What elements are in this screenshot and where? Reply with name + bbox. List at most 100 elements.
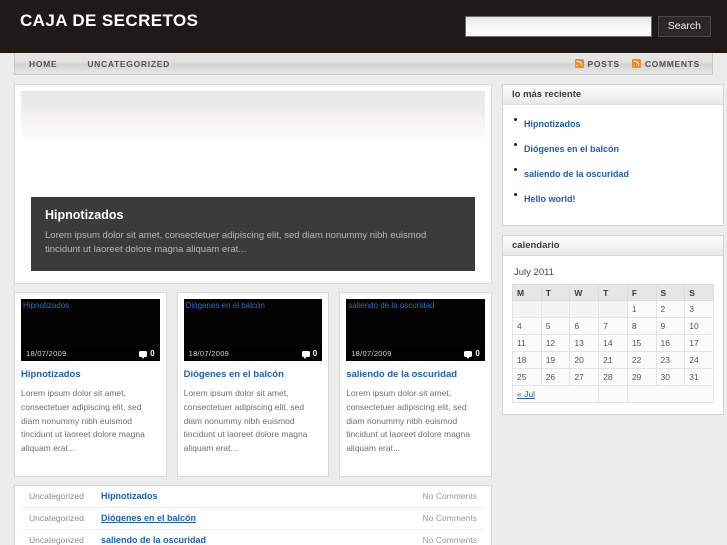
calendar-week-row: 1 2 3 [513,301,714,318]
thumbnail-meta: 18/07/2009 0 [184,346,323,361]
calendar-day: 29 [627,369,656,386]
calendar-day: 4 [513,318,542,335]
post-list-row[interactable]: Uncategorized Diógenes en el balcón No C… [21,508,485,530]
list-item: saliendo de la oscuridad [512,164,714,182]
nav-left-group: HOME UNCATEGORIZED [15,59,200,69]
calendar-day: 15 [627,335,656,352]
comment-bubble-icon [302,351,310,357]
calendar-day: 24 [685,352,714,369]
widget-body-calendar: July 2011 M T W T F S S [503,256,723,414]
comment-count: 0 [302,349,317,358]
post-thumbnail[interactable]: Hipnotizados 18/07/2009 0 [21,299,160,361]
post-date: 18/07/2009 [189,349,230,358]
thumbnail-alt-text: saliendo de la oscuridad [348,301,434,310]
calendar-prev-month-link[interactable]: « Jul [517,389,535,399]
calendar-day: 17 [685,335,714,352]
calendar-day [513,301,542,318]
feed-comments-label: COMMENTS [645,59,700,69]
featured-slider[interactable]: Hipnotizados Lorem ipsum dolor sit amet,… [14,84,492,284]
calendar-weekday: W [570,285,599,301]
search-button[interactable]: Search [658,16,711,37]
widget-body-recent: Hipnotizados Diógenes en el balcón salie… [503,105,723,225]
calendar-weekday: M [513,285,542,301]
feed-link-posts[interactable]: POSTS [575,59,620,69]
calendar-day: 6 [570,318,599,335]
post-category[interactable]: Uncategorized [29,535,101,545]
calendar-footer-row: « Jul [513,386,714,403]
recent-post-link[interactable]: Hello world! [524,194,576,204]
post-thumbnail[interactable]: saliendo de la oscuridad 18/07/2009 0 [346,299,485,361]
post-list-title[interactable]: Hipnotizados [101,491,423,501]
post-list-title[interactable]: Diógenes en el balcón [101,513,423,523]
recent-post-link[interactable]: Diógenes en el balcón [524,144,619,154]
nav-item-home[interactable]: HOME [29,59,57,69]
sidebar: lo más reciente Hipnotizados Diógenes en… [502,84,724,424]
widget-calendar: calendario July 2011 M T W T F S S [502,235,724,415]
list-item: Hello world! [512,189,714,207]
post-card-title[interactable]: Diógenes en el balcón [184,369,323,380]
calendar-day: 9 [656,318,685,335]
comment-count: 0 [464,349,479,358]
post-card[interactable]: Diógenes en el balcón 18/07/2009 0 Dióge… [177,292,330,477]
post-thumbnail[interactable]: Diógenes en el balcón 18/07/2009 0 [184,299,323,361]
calendar-day: 22 [627,352,656,369]
calendar-weekday: S [656,285,685,301]
site-header: CAJA DE SECRETOS Search [0,0,727,53]
page-body: Hipnotizados Lorem ipsum dolor sit amet,… [0,75,727,545]
recent-post-link[interactable]: saliendo de la oscuridad [524,169,629,179]
recent-posts-list: Hipnotizados Diógenes en el balcón salie… [512,114,714,207]
thumbnail-alt-text: Hipnotizados [23,301,69,310]
calendar-table: M T W T F S S [512,284,714,403]
post-card[interactable]: Hipnotizados 18/07/2009 0 Hipnotizados L… [14,292,167,477]
calendar-day: 28 [599,369,628,386]
post-card-excerpt: Lorem ipsum dolor sit amet, consectetuer… [346,387,485,470]
calendar-prev-cell[interactable]: « Jul [513,386,599,403]
comment-bubble-icon [139,351,147,357]
calendar-day: 12 [541,335,570,352]
calendar-day: 13 [570,335,599,352]
calendar-week-row: 18 19 20 21 22 23 24 [513,352,714,369]
comment-count-value: 0 [475,349,479,358]
post-list-row[interactable]: Uncategorized saliendo de la oscuridad N… [21,530,485,545]
post-card-title[interactable]: saliendo de la oscuridad [346,369,485,380]
list-item: Diógenes en el balcón [512,139,714,157]
search-input[interactable] [465,16,652,37]
calendar-weekday: T [541,285,570,301]
calendar-day: 25 [513,369,542,386]
calendar-day: 20 [570,352,599,369]
post-card-title[interactable]: Hipnotizados [21,369,160,380]
thumbnail-meta: 18/07/2009 0 [346,346,485,361]
feed-link-comments[interactable]: COMMENTS [632,59,700,69]
comment-count-value: 0 [313,349,317,358]
calendar-day: 5 [541,318,570,335]
post-list-title[interactable]: saliendo de la oscuridad [101,535,423,545]
post-card[interactable]: saliendo de la oscuridad 18/07/2009 0 sa… [339,292,492,477]
calendar-day: 31 [685,369,714,386]
calendar-day: 3 [685,301,714,318]
post-comment-status: No Comments [423,535,477,545]
post-category[interactable]: Uncategorized [29,513,101,523]
calendar-weekday-row: M T W T F S S [513,285,714,301]
post-comment-status: No Comments [423,491,477,501]
nav-item-uncategorized[interactable]: UNCATEGORIZED [87,59,170,69]
featured-caption: Hipnotizados Lorem ipsum dolor sit amet,… [31,197,475,271]
post-list-row[interactable]: Uncategorized Hipnotizados No Comments [21,486,485,508]
calendar-day: 21 [599,352,628,369]
thumbnail-alt-text: Diógenes en el balcón [186,301,265,310]
calendar-day: 14 [599,335,628,352]
rss-icon [632,59,641,68]
calendar-day: 1 [627,301,656,318]
recent-post-link[interactable]: Hipnotizados [524,119,581,129]
calendar-day: 30 [656,369,685,386]
post-category[interactable]: Uncategorized [29,491,101,501]
calendar-day: 7 [599,318,628,335]
feed-posts-label: POSTS [588,59,620,69]
calendar-footer-spacer [627,386,713,403]
calendar-week-row: 11 12 13 14 15 16 17 [513,335,714,352]
calendar-day: 8 [627,318,656,335]
post-comment-status: No Comments [423,513,477,523]
calendar-day [541,301,570,318]
calendar-day: 10 [685,318,714,335]
calendar-day: 27 [570,369,599,386]
featured-title: Hipnotizados [45,208,461,222]
